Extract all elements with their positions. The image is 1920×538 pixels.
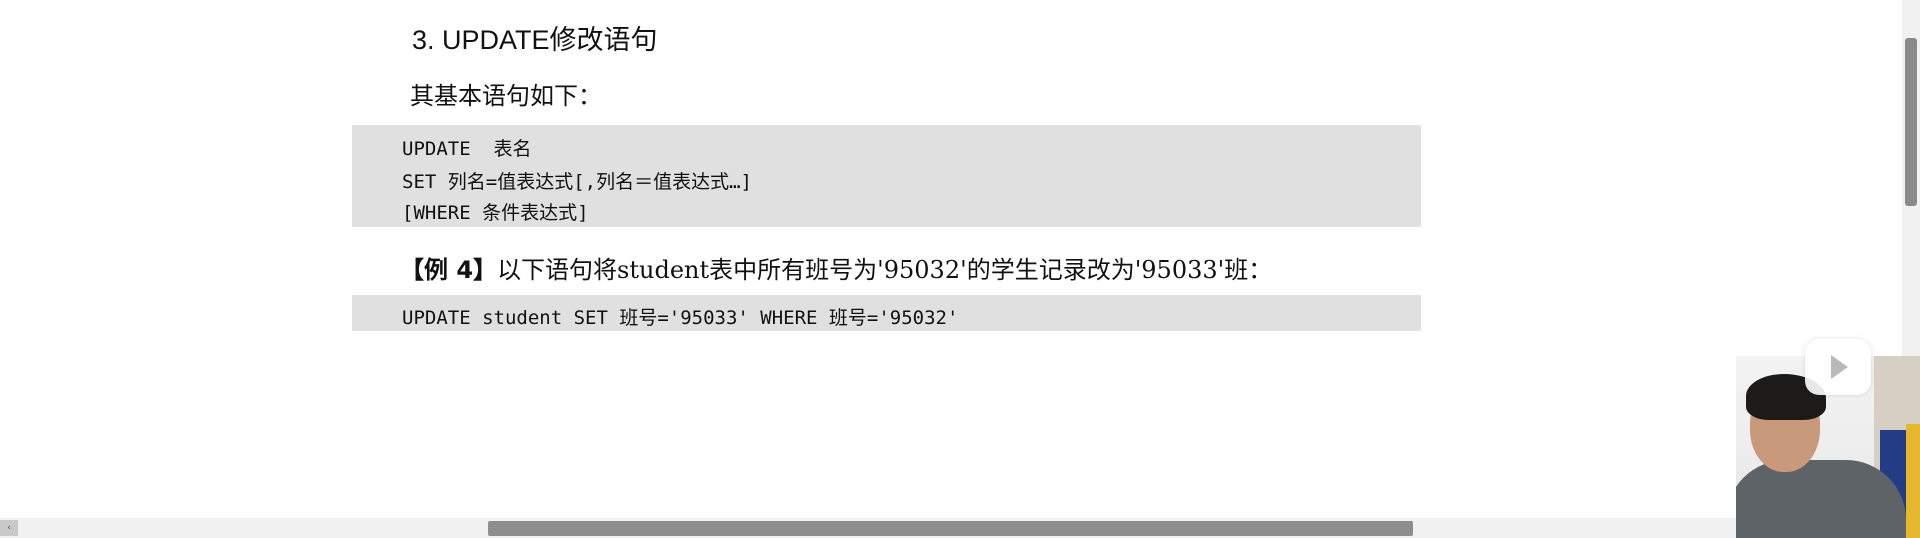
syntax-line-set: SET 列名=值表达式[,列名＝值表达式…]: [402, 171, 752, 193]
intro-text: 其基本语句如下：: [410, 82, 602, 110]
syntax-line-update: UPDATE 表名: [402, 138, 532, 160]
section-heading: 3. UPDATE修改语句: [412, 25, 658, 55]
play-button[interactable]: [1805, 339, 1871, 395]
play-icon: [1831, 355, 1848, 379]
syntax-code-block: UPDATE 表名 SET 列名=值表达式[,列名＝值表达式…] [WHERE …: [352, 125, 1421, 227]
example-label: 【例 4】: [400, 256, 498, 284]
horizontal-scroll-thumb[interactable]: [488, 521, 1413, 536]
example-code-block: UPDATE student SET 班号='95033' WHERE 班号='…: [352, 295, 1421, 331]
webcam-book-yellow: [1906, 424, 1920, 538]
horizontal-scrollbar[interactable]: ‹: [0, 518, 1920, 538]
example-title: 【例 4】以下语句将student表中所有班号为'95032'的学生记录改为'9…: [400, 250, 1272, 285]
presenter-body: [1736, 460, 1906, 538]
example-description: 以下语句将student表中所有班号为'95032'的学生记录改为'95033'…: [497, 256, 1273, 284]
vertical-scroll-thumb[interactable]: [1905, 38, 1917, 206]
document-view: 3. UPDATE修改语句 其基本语句如下： UPDATE 表名 SET 列名=…: [0, 0, 1902, 518]
scroll-left-arrow-icon[interactable]: ‹: [0, 520, 18, 536]
example-code-line: UPDATE student SET 班号='95033' WHERE 班号='…: [402, 307, 959, 329]
syntax-line-where: [WHERE 条件表达式]: [402, 202, 589, 224]
